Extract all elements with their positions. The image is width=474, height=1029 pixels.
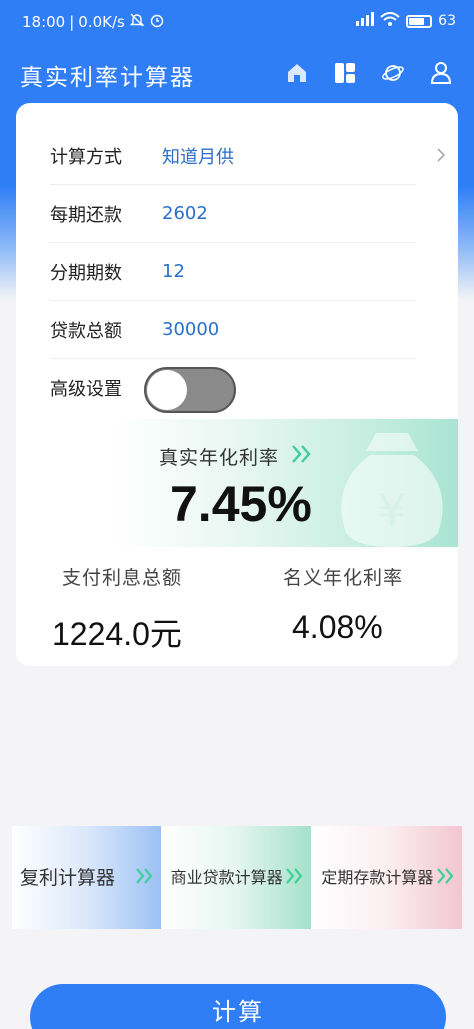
method-value[interactable]: 知道月供 — [162, 143, 234, 169]
tile-label: 商业贷款计算器 — [170, 867, 283, 887]
user-icon[interactable] — [428, 60, 454, 86]
interest-label: 支付利息总额 — [62, 567, 183, 589]
compound-calculator-tile[interactable]: 复利计算器 — [12, 826, 163, 929]
money-bag-icon: ¥ — [326, 429, 458, 551]
commercial-loan-calculator-tile[interactable]: 商业贷款计算器 — [162, 826, 314, 929]
real-rate-label: 真实年化利率 — [159, 447, 280, 469]
calculator-card: 计算方式 知道月供 每期还款 2602 分期期数 12 贷款总额 30000 高… — [16, 103, 458, 666]
signal-icon — [354, 12, 375, 30]
periods-row: 分期期数 12 — [50, 243, 416, 301]
home-icon[interactable] — [284, 60, 310, 86]
periods-input[interactable]: 12 — [162, 261, 185, 282]
double-chevron-icon — [285, 866, 305, 890]
calculator-tiles: 复利计算器 商业贷款计算器 定期存款计算器 — [12, 826, 463, 929]
real-rate-value: 7.45% — [170, 476, 312, 532]
payment-label: 每期还款 — [50, 204, 122, 226]
mute-icon — [129, 12, 145, 32]
method-row[interactable]: 计算方式 知道月供 — [50, 127, 446, 185]
advanced-toggle[interactable] — [144, 367, 236, 413]
payment-row: 每期还款 2602 — [50, 185, 416, 243]
alarm-icon — [149, 12, 165, 32]
double-chevron-icon — [290, 443, 314, 469]
status-time: 18:00 — [22, 13, 66, 31]
tile-label: 复利计算器 — [20, 866, 116, 889]
wifi-icon — [380, 12, 400, 30]
planet-icon[interactable] — [380, 60, 406, 86]
layout-icon[interactable] — [332, 60, 358, 86]
payment-input[interactable]: 2602 — [162, 203, 208, 224]
double-chevron-icon — [436, 866, 456, 890]
method-label: 计算方式 — [50, 146, 122, 168]
network-speed: 0.0K/s — [78, 13, 125, 31]
toggle-knob[interactable] — [147, 370, 187, 410]
loan-label: 贷款总额 — [50, 320, 122, 342]
periods-label: 分期期数 — [50, 262, 122, 284]
interest-value: 1224.0元 — [52, 616, 182, 652]
app-title: 真实利率计算器 — [20, 65, 195, 91]
nominal-rate-value: 4.08% — [292, 609, 383, 645]
calculate-button[interactable]: 计算 — [30, 984, 446, 1029]
loan-input[interactable]: 30000 — [162, 319, 219, 340]
svg-text:¥: ¥ — [377, 484, 406, 538]
double-chevron-icon — [135, 866, 155, 890]
chevron-right-icon[interactable] — [436, 147, 446, 167]
fixed-deposit-calculator-tile[interactable]: 定期存款计算器 — [313, 826, 463, 929]
status-bar: 18:00 | 0.0K/s 63 — [22, 12, 456, 32]
app-bar: 真实利率计算器 — [0, 50, 474, 96]
nominal-rate-label: 名义年化利率 — [283, 567, 404, 589]
tile-label: 定期存款计算器 — [321, 867, 434, 887]
battery-level: 63 — [438, 13, 456, 29]
battery-icon — [406, 14, 433, 28]
loan-row: 贷款总额 30000 — [50, 301, 416, 359]
